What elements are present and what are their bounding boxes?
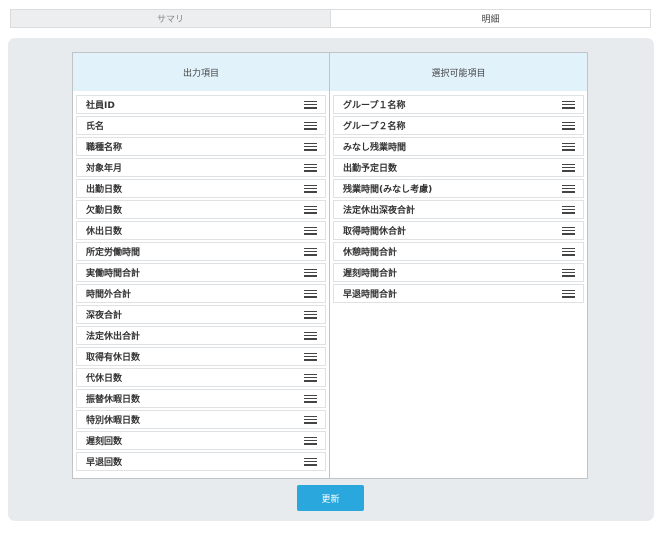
- list-item-label: 特別休暇日数: [86, 416, 141, 426]
- list-item-label: 取得有休日数: [86, 353, 141, 363]
- output-list-item[interactable]: 職種名称: [76, 137, 326, 156]
- output-column-header: 出力項目: [73, 53, 329, 91]
- drag-handle-icon[interactable]: [562, 142, 575, 151]
- list-item-label: 深夜合計: [86, 311, 123, 321]
- list-item-label: 取得時間休合計: [343, 227, 407, 237]
- available-list-item[interactable]: 遅刻時間合計: [333, 263, 584, 282]
- list-item-label: 代休日数: [86, 374, 123, 384]
- output-list-item[interactable]: 深夜合計: [76, 305, 326, 324]
- drag-handle-icon[interactable]: [304, 436, 317, 445]
- output-column: 出力項目 社員ID 氏名職種名称対象年月出勤日数欠勤日数休出日数所定労働時間 実働時…: [73, 53, 330, 478]
- drag-handle-icon[interactable]: [562, 247, 575, 256]
- available-column-header: 選択可能項目: [330, 53, 587, 91]
- drag-handle-icon[interactable]: [304, 352, 317, 361]
- list-item-label: 遅刻時間合計: [343, 269, 398, 279]
- available-list-item[interactable]: 休憩時間合計: [333, 242, 584, 261]
- list-item-label: 時間外合計: [86, 290, 132, 300]
- list-item-label: 早退回数: [86, 458, 123, 468]
- output-list-item[interactable]: 取得有休日数: [76, 347, 326, 366]
- list-item-label: 氏名: [86, 122, 105, 132]
- drag-handle-icon[interactable]: [304, 226, 317, 235]
- drag-handle-icon[interactable]: [562, 163, 575, 172]
- available-list-item[interactable]: 残業時間(みなし考慮): [333, 179, 584, 198]
- drag-handle-icon[interactable]: [562, 121, 575, 130]
- list-item-label: グループ１名称: [343, 101, 406, 111]
- drag-handle-icon[interactable]: [304, 289, 317, 298]
- list-item-label: 出勤予定日数: [343, 164, 398, 174]
- output-list-item[interactable]: 氏名: [76, 116, 326, 135]
- available-list-item[interactable]: みなし残業時間: [333, 137, 584, 156]
- output-list-item[interactable]: 遅刻回数: [76, 431, 326, 450]
- drag-handle-icon[interactable]: [304, 373, 317, 382]
- list-item-label: 法定休出合計: [86, 332, 141, 342]
- available-column: 選択可能項目 グループ１名称 グループ２名称 みなし残業時間 出勤予定日数残業時間(み…: [330, 53, 587, 478]
- available-list-item[interactable]: 取得時間休合計: [333, 221, 584, 240]
- available-list-item[interactable]: 出勤予定日数: [333, 158, 584, 177]
- output-list-item[interactable]: 特別休暇日数: [76, 410, 326, 429]
- output-list-item[interactable]: 時間外合計: [76, 284, 326, 303]
- output-list-item[interactable]: 休出日数: [76, 221, 326, 240]
- drag-handle-icon[interactable]: [562, 184, 575, 193]
- update-button[interactable]: 更新: [297, 485, 364, 511]
- drag-handle-icon[interactable]: [304, 142, 317, 151]
- available-list-item[interactable]: グループ１名称: [333, 95, 584, 114]
- list-item-label: 休出日数: [86, 227, 123, 237]
- list-item-label: 職種名称: [86, 143, 123, 153]
- drag-handle-icon[interactable]: [304, 310, 317, 319]
- list-item-label: 残業時間(みなし考慮): [343, 185, 433, 195]
- tab-bar: サマリ 明細: [10, 9, 651, 28]
- drag-handle-icon[interactable]: [304, 415, 317, 424]
- list-item-label: 早退時間合計: [343, 290, 398, 300]
- drag-handle-icon[interactable]: [304, 331, 317, 340]
- drag-handle-icon[interactable]: [304, 184, 317, 193]
- available-list-item[interactable]: グループ２名称: [333, 116, 584, 135]
- drag-handle-icon[interactable]: [304, 457, 317, 466]
- output-list-item[interactable]: 欠勤日数: [76, 200, 326, 219]
- drag-handle-icon[interactable]: [304, 394, 317, 403]
- list-item-label: 休憩時間合計: [343, 248, 398, 258]
- output-list-item[interactable]: 振替休暇日数: [76, 389, 326, 408]
- tab-detail[interactable]: 明細: [330, 9, 651, 28]
- output-list-item[interactable]: 法定休出合計: [76, 326, 326, 345]
- list-item-label: みなし残業時間: [343, 143, 407, 153]
- list-item-label: 遅刻回数: [86, 437, 123, 447]
- list-item-label: 欠勤日数: [86, 206, 123, 216]
- drag-handle-icon[interactable]: [562, 226, 575, 235]
- drag-handle-icon[interactable]: [304, 247, 317, 256]
- drag-handle-icon[interactable]: [562, 289, 575, 298]
- available-list-item[interactable]: 早退時間合計: [333, 284, 584, 303]
- column-container: 出力項目 社員ID 氏名職種名称対象年月出勤日数欠勤日数休出日数所定労働時間 実働時…: [72, 52, 588, 479]
- output-list-item[interactable]: 社員ID: [76, 95, 326, 114]
- output-list-item[interactable]: 実働時間合計: [76, 263, 326, 282]
- list-item-label: 対象年月: [86, 164, 123, 174]
- available-list-item[interactable]: 法定休出深夜合計: [333, 200, 584, 219]
- list-item-label: 振替休暇日数: [86, 395, 141, 405]
- drag-handle-icon[interactable]: [562, 268, 575, 277]
- available-item-list: グループ１名称 グループ２名称 みなし残業時間 出勤予定日数残業時間(みなし考慮) 法定…: [330, 91, 587, 303]
- output-list-item[interactable]: 対象年月: [76, 158, 326, 177]
- output-item-list: 社員ID 氏名職種名称対象年月出勤日数欠勤日数休出日数所定労働時間 実働時間合計 時間…: [73, 91, 329, 471]
- list-item-label: グループ２名称: [343, 122, 406, 132]
- output-list-item[interactable]: 出勤日数: [76, 179, 326, 198]
- list-item-label: 所定労働時間: [86, 248, 141, 258]
- tab-summary[interactable]: サマリ: [10, 9, 330, 28]
- drag-handle-icon[interactable]: [304, 100, 317, 109]
- drag-handle-icon[interactable]: [304, 163, 317, 172]
- drag-handle-icon[interactable]: [304, 268, 317, 277]
- list-item-label: 出勤日数: [86, 185, 123, 195]
- drag-handle-icon[interactable]: [562, 205, 575, 214]
- list-item-label: 実働時間合計: [86, 269, 141, 279]
- settings-panel: 出力項目 社員ID 氏名職種名称対象年月出勤日数欠勤日数休出日数所定労働時間 実働時…: [8, 38, 654, 521]
- list-item-label: 社員ID: [86, 101, 115, 111]
- list-item-label: 法定休出深夜合計: [343, 206, 416, 216]
- output-list-item[interactable]: 代休日数: [76, 368, 326, 387]
- drag-handle-icon[interactable]: [304, 121, 317, 130]
- drag-handle-icon[interactable]: [304, 205, 317, 214]
- output-list-item[interactable]: 所定労働時間: [76, 242, 326, 261]
- drag-handle-icon[interactable]: [562, 100, 575, 109]
- output-list-item[interactable]: 早退回数: [76, 452, 326, 471]
